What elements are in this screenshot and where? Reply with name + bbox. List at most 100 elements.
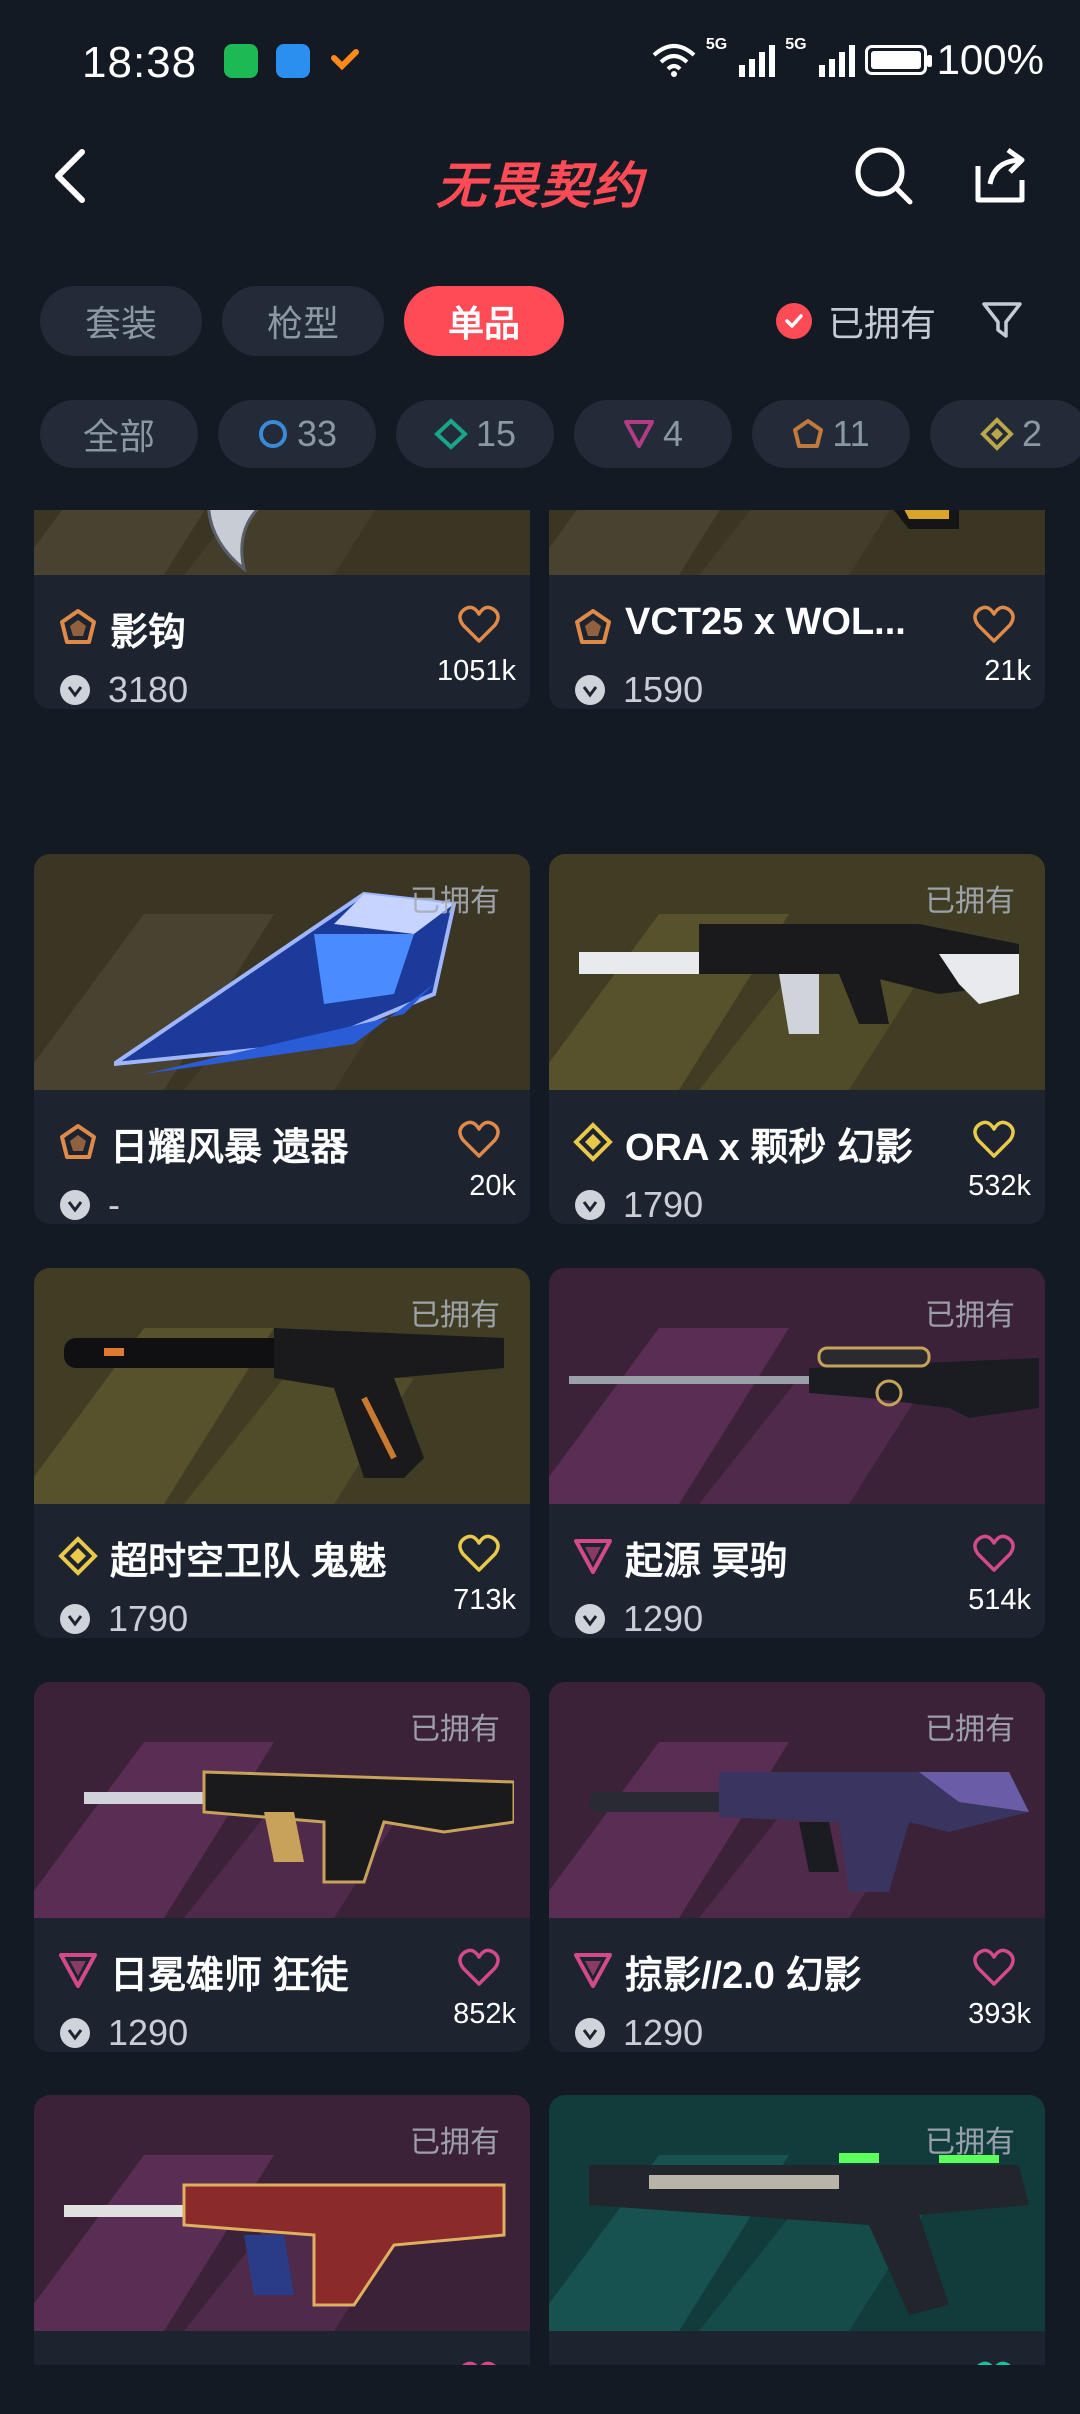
- tier-filter-count: 11: [832, 413, 870, 454]
- favorite-heart-icon[interactable]: [973, 605, 1015, 645]
- vp-currency-icon: [60, 1190, 90, 1220]
- favorite-heart-icon[interactable]: [458, 1534, 500, 1574]
- battery-icon: [864, 45, 932, 75]
- network-type-1: 5G: [705, 36, 728, 53]
- premium-tier-icon: [59, 1953, 97, 1988]
- item-price: 1290: [623, 2012, 704, 2052]
- deluxe-tier-icon: [434, 418, 468, 450]
- search-icon[interactable]: [852, 144, 916, 208]
- vp-currency-icon: [60, 2018, 90, 2048]
- item-card[interactable]: 已拥有: [34, 2095, 530, 2365]
- premium-tier-icon: [623, 420, 654, 448]
- owned-label: 已拥有: [410, 1299, 500, 1332]
- tier-filter-deluxe[interactable]: 15: [396, 400, 554, 468]
- tier-filter-count: 4: [662, 413, 684, 454]
- signal-icon-1: [739, 43, 776, 77]
- item-price: 1290: [108, 2012, 189, 2052]
- item-price: 3180: [108, 669, 189, 709]
- item-card[interactable]: 已拥有 起源 冥驹 1290 514k: [549, 1268, 1045, 1638]
- network-type-2: 5G: [785, 36, 807, 53]
- premium-tier-icon: [574, 1539, 612, 1574]
- item-card[interactable]: VCT25 x WOL... 1590 21k: [549, 510, 1045, 709]
- item-likes-count: 852k: [453, 1998, 516, 2030]
- checkmark-icon: [776, 303, 812, 339]
- item-card[interactable]: 已拥有 ORA x 颗秒 幻影 1790 532k: [549, 854, 1045, 1224]
- app-header: 无畏契约: [0, 126, 1080, 226]
- tier-filter-exclusive[interactable]: 11: [752, 400, 910, 468]
- item-thumbnail: 已拥有: [34, 1682, 530, 1918]
- item-card[interactable]: 已拥有 超时空卫队 鬼魅 1790 713k: [34, 1268, 530, 1638]
- ultra-tier-icon: [573, 1122, 613, 1162]
- tier-filter-count: 15: [475, 413, 517, 454]
- tier-filter-count: 2: [1022, 413, 1043, 454]
- weapon-knife-icon: [207, 510, 259, 573]
- item-likes-count: 1051k: [436, 655, 516, 687]
- item-card[interactable]: 已拥有 日耀风暴 遗器 - 20k: [34, 854, 530, 1224]
- item-card[interactable]: 影钩 3180 1051k: [34, 510, 530, 709]
- item-thumbnail: [549, 510, 1045, 575]
- filter-icon[interactable]: [980, 298, 1024, 342]
- favorite-heart-icon[interactable]: [973, 1120, 1015, 1160]
- owned-label: 已拥有: [410, 885, 500, 918]
- favorite-heart-icon[interactable]: [458, 1948, 500, 1988]
- tab-single-item[interactable]: 单品: [404, 286, 564, 356]
- owned-label: 已拥有: [410, 1713, 500, 1746]
- weapon-sniper-icon: [569, 1346, 1039, 1418]
- app-notification-icon: [276, 44, 310, 78]
- tier-filter-label: 全部: [82, 416, 155, 457]
- tier-filter-all[interactable]: 全部: [40, 400, 198, 468]
- tier-filter-premium[interactable]: 4: [574, 400, 732, 468]
- weapon-pistol-icon: [64, 1328, 504, 1478]
- tier-filter-ultra[interactable]: 2: [930, 400, 1080, 468]
- item-price: 1790: [108, 1598, 189, 1638]
- exclusive-tier-icon: [60, 609, 96, 644]
- vp-currency-icon: [60, 675, 90, 705]
- owned-filter-label: 已拥有: [828, 303, 937, 344]
- exclusive-tier-icon: [575, 609, 611, 644]
- tab-set[interactable]: 套装: [40, 286, 202, 356]
- item-thumbnail: 已拥有: [34, 854, 530, 1090]
- item-likes-count: 713k: [453, 1584, 516, 1616]
- owned-filter-toggle[interactable]: 已拥有: [776, 286, 936, 356]
- item-likes-count: 514k: [968, 1584, 1031, 1616]
- item-card[interactable]: 已拥有 掠影//2.0 幻影 1290 393k: [549, 1682, 1045, 2052]
- item-name: 超时空卫队 鬼魅: [110, 1541, 387, 1583]
- owned-label: 已拥有: [925, 1713, 1015, 1746]
- vp-currency-icon: [60, 1604, 90, 1634]
- tier-filter-select[interactable]: 33: [218, 400, 376, 468]
- page-title: 无畏契约: [436, 158, 644, 214]
- item-thumbnail: 已拥有: [549, 1682, 1045, 1918]
- weapon-rifle-icon: [579, 924, 1019, 1034]
- item-card[interactable]: 已拥有 日冕雄师 狂徒 1290 852k: [34, 1682, 530, 2052]
- item-name: 日耀风暴 遗器: [110, 1127, 349, 1169]
- owned-label: 已拥有: [410, 2126, 500, 2159]
- system-nav-bar: [0, 2365, 1080, 2414]
- tab-weapon-type[interactable]: 枪型: [222, 286, 384, 356]
- vp-currency-icon: [575, 1604, 605, 1634]
- ultra-tier-icon: [58, 1536, 98, 1576]
- share-icon[interactable]: [968, 144, 1032, 208]
- item-thumbnail: 已拥有: [34, 2095, 530, 2331]
- weapon-rifle-icon: [64, 2183, 506, 2307]
- item-likes-count: 21k: [984, 655, 1031, 687]
- item-name: 影钩: [110, 612, 187, 654]
- favorite-heart-icon[interactable]: [458, 1120, 500, 1160]
- favorite-heart-icon[interactable]: [973, 1534, 1015, 1574]
- tier-filter-count: 33: [296, 413, 338, 454]
- owned-label: 已拥有: [925, 2126, 1015, 2159]
- item-price: 1590: [623, 669, 704, 709]
- status-bar: 18:38 5G 5G 100%: [0, 0, 1080, 126]
- vp-currency-icon: [575, 2018, 605, 2048]
- exclusive-tier-icon: [793, 419, 824, 448]
- item-price: 1790: [623, 1184, 704, 1224]
- battery-percent: 100%: [936, 36, 1044, 83]
- favorite-heart-icon[interactable]: [973, 1948, 1015, 1988]
- status-time: 18:38: [82, 38, 198, 87]
- app-heart-icon: [328, 44, 362, 78]
- favorite-heart-icon[interactable]: [458, 605, 500, 645]
- owned-label: 已拥有: [925, 885, 1015, 918]
- item-name: ORA x 颗秒 幻影: [625, 1127, 913, 1169]
- ultra-tier-icon: [980, 417, 1014, 451]
- signal-icon-2: [818, 43, 855, 77]
- item-card[interactable]: 已拥有: [549, 2095, 1045, 2365]
